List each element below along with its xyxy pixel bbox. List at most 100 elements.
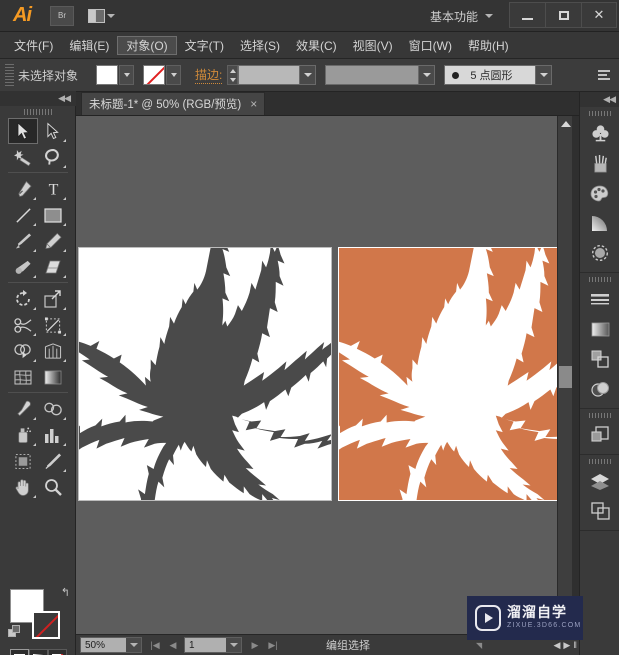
gradient-tool[interactable] [38,364,68,390]
tools-panel-grip[interactable] [24,109,52,115]
maximize-button[interactable] [545,2,581,28]
swap-fill-stroke-icon[interactable]: ↰ [61,586,70,599]
scroll-up-button[interactable] [558,116,573,131]
brush-libraries-panel-icon[interactable] [580,148,619,178]
free-transform-tool[interactable] [38,312,68,338]
eraser-tool[interactable] [38,254,68,280]
chevron-down-icon[interactable] [299,66,315,84]
blend-tool[interactable] [38,396,68,422]
rotate-tool[interactable] [8,286,38,312]
brush-definition-combo[interactable]: 5 点圆形 [444,65,552,85]
prev-artboard-button[interactable]: ◀ [165,637,181,653]
symbols-panel-icon[interactable] [580,238,619,268]
panel-menu-icon[interactable] [598,70,610,80]
slice-tool[interactable] [38,448,68,474]
status-menu-caret-icon[interactable]: ◥ [476,641,482,650]
fill-color-swatch[interactable] [96,65,118,85]
chevron-down-icon[interactable] [535,66,551,84]
dock-group-grip[interactable] [589,111,611,116]
symbol-sprayer-tool[interactable] [8,422,38,448]
type-tool[interactable]: T [38,176,68,202]
chevron-down-icon[interactable] [126,638,141,652]
layers-panel-icon[interactable] [580,466,619,496]
menu-item-effect[interactable]: 效果(C) [288,36,345,55]
fill-swatch-dropdown[interactable] [119,65,134,85]
appearance-panel-icon[interactable] [580,374,619,404]
hand-tool[interactable] [8,474,38,500]
menu-item-help[interactable]: 帮助(H) [460,36,517,55]
arrange-documents-button[interactable] [88,5,120,27]
chevron-down-icon[interactable] [226,638,241,652]
control-bar-grip[interactable] [5,64,14,86]
pen-tool[interactable] [8,176,38,202]
width-tool[interactable] [8,312,38,338]
artboard-orange[interactable] [338,247,579,501]
first-artboard-button[interactable]: |◀ [147,637,163,653]
mesh-tool[interactable] [8,364,38,390]
shape-builder-tool[interactable] [8,338,38,364]
scale-tool[interactable] [38,286,68,312]
scrollbar-thumb[interactable] [559,366,572,388]
next-artboard-button[interactable]: ▶ [247,637,263,653]
rectangle-tool[interactable] [38,202,68,228]
magic-wand-tool[interactable] [8,144,38,170]
workspace-switcher[interactable]: 基本功能 [430,6,493,26]
stroke-color-swatch[interactable] [143,65,165,85]
default-fill-stroke-icon[interactable] [8,625,21,638]
blob-brush-tool[interactable] [8,254,38,280]
canvas-area[interactable] [76,116,579,634]
line-segment-tool[interactable] [8,202,38,228]
scroll-left-icon[interactable]: ◀ [553,640,560,651]
scroll-right-icon[interactable]: ▶ [563,640,570,651]
dock-group-grip[interactable] [589,459,611,464]
zoom-level-combo[interactable]: 50% [80,637,142,653]
selection-tool[interactable] [8,118,38,144]
dock-collapse-button[interactable]: ◀◀ [580,92,619,107]
stroke-swatch-dropdown[interactable] [166,65,181,85]
column-graph-tool[interactable] [38,422,68,448]
dock-group-grip[interactable] [589,277,611,282]
gradient-panel-icon[interactable] [580,208,619,238]
brushes-panel-icon[interactable] [580,118,619,148]
menu-item-view[interactable]: 视图(V) [345,36,401,55]
dock-group-grip[interactable] [589,413,611,418]
direct-selection-tool[interactable] [38,118,68,144]
gradient-slider-panel-icon[interactable] [580,314,619,344]
stroke-panel-icon[interactable] [580,284,619,314]
stroke-weight-label[interactable]: 描边: [195,66,222,84]
close-icon[interactable]: × [250,98,257,110]
artboard-white[interactable] [78,247,332,501]
bridge-button[interactable]: Br [50,6,74,26]
leaf-shape-dark[interactable] [79,248,331,500]
minimize-button[interactable] [509,2,545,28]
eyedropper-tool[interactable] [8,396,38,422]
perspective-grid-tool[interactable] [38,338,68,364]
pathfinder-panel-icon[interactable] [580,420,619,450]
paintbrush-tool[interactable] [8,228,38,254]
document-tab[interactable]: 未标题-1* @ 50% (RGB/预览) × [81,92,265,115]
tools-collapse-button[interactable]: ◀◀ [0,91,76,106]
close-button[interactable]: ✕ [581,2,617,28]
transparency-panel-icon[interactable] [580,344,619,374]
menu-item-select[interactable]: 选择(S) [232,36,288,55]
pencil-tool[interactable] [38,228,68,254]
scroll-resize-grip[interactable]: ‖ [573,640,577,650]
artboards-panel-icon[interactable] [580,496,619,526]
stroke-weight-stepper[interactable] [227,65,238,85]
stroke-color-box[interactable] [32,611,60,639]
horizontal-scroll-controls[interactable]: ◀ ▶ ‖ [553,640,577,651]
canvas-vertical-scrollbar[interactable] [557,116,572,634]
stroke-weight-combo[interactable] [238,65,316,85]
swatches-panel-icon[interactable] [580,178,619,208]
artboard-number-combo[interactable]: 1 [184,637,242,653]
menu-item-type[interactable]: 文字(T) [177,36,232,55]
stroke-profile-combo[interactable] [325,65,435,85]
lasso-tool[interactable] [38,144,68,170]
menu-item-file[interactable]: 文件(F) [6,36,61,55]
menu-item-window[interactable]: 窗口(W) [401,36,460,55]
chevron-down-icon[interactable] [418,66,434,84]
color-mode-button[interactable] [10,649,29,655]
last-artboard-button[interactable]: ▶| [265,637,281,653]
gradient-mode-button[interactable] [29,649,48,655]
zoom-tool[interactable] [38,474,68,500]
